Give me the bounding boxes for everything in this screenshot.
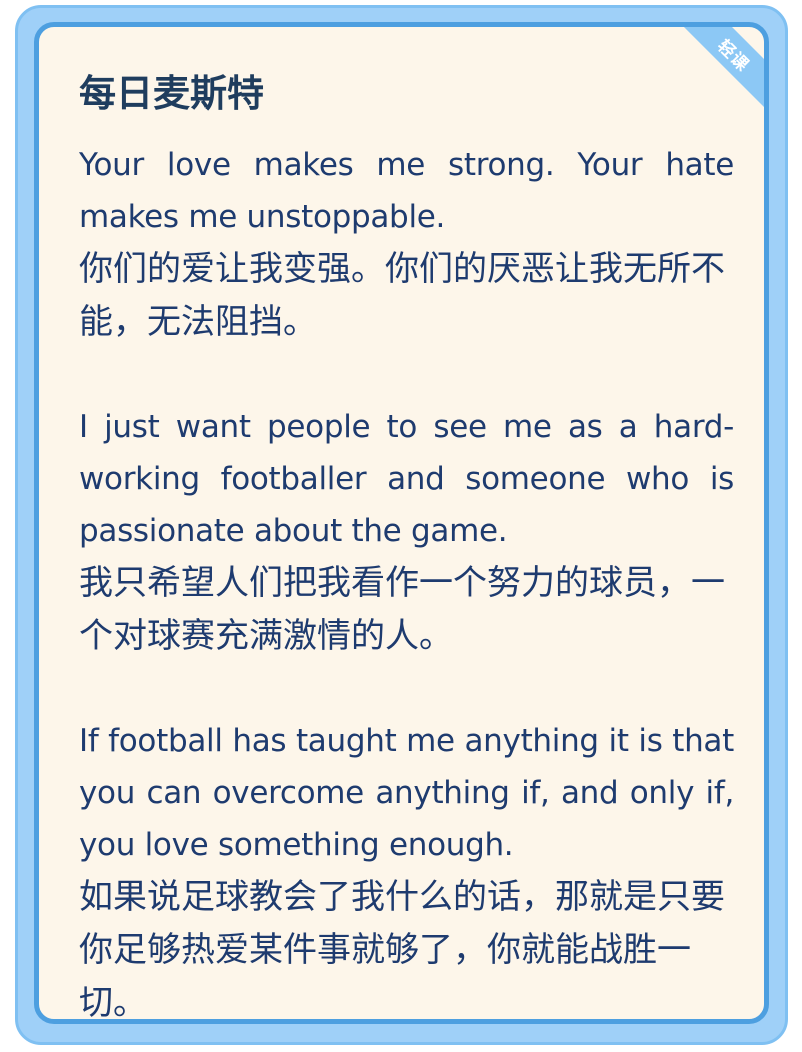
quote-english: I just want people to see me as a hard-w…	[79, 409, 734, 549]
quotes-content: Your love makes me strong. Your hate mak…	[79, 139, 734, 1023]
outer-frame: 轻课 每日麦斯特 Your love makes me strong. Your…	[15, 5, 788, 1045]
quote-chinese: 如果说足球教会了我什么的话，那就是只要你足够热爱某件事就够了，你就能战胜一切。	[79, 877, 725, 1023]
quote-english: If football has taught me anything it is…	[79, 723, 734, 863]
quote-english: Your love makes me strong. Your hate mak…	[79, 147, 734, 235]
corner-tag-badge: 轻课	[677, 27, 764, 112]
card-title: 每日麦斯特	[79, 72, 264, 115]
quote-chinese: 你们的爱让我变强。你们的厌恶让我无所不能，无法阻挡。	[79, 249, 725, 342]
quote-block: If football has taught me anything it is…	[79, 715, 734, 1023]
quote-block: Your love makes me strong. Your hate mak…	[79, 139, 734, 349]
quote-chinese: 我只希望人们把我看作一个努力的球员，一个对球赛充满激情的人。	[79, 563, 725, 656]
quote-block: I just want people to see me as a hard-w…	[79, 401, 734, 663]
quote-card: 轻课 每日麦斯特 Your love makes me strong. Your…	[34, 22, 769, 1024]
